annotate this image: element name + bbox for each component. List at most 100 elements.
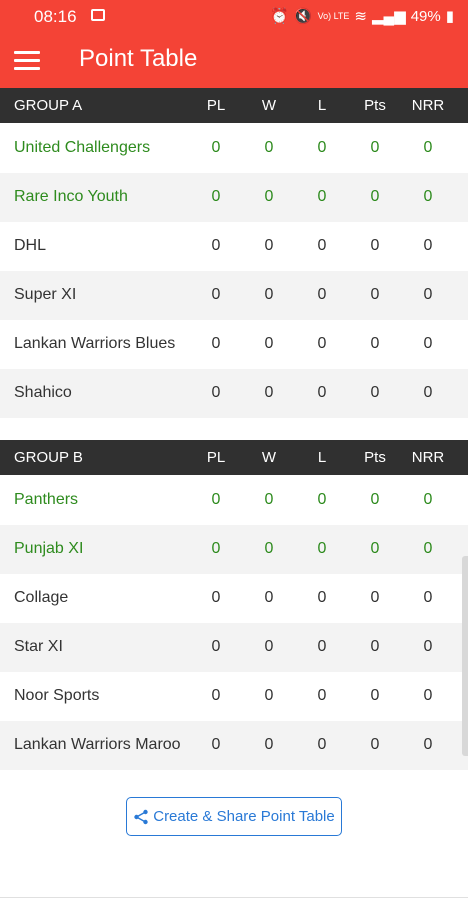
cell-l: 0 [317,384,327,401]
cell-l: 0 [317,335,327,352]
cell-w: 0 [264,335,274,352]
cell-pl: 0 [211,335,221,352]
group-name: GROUP B [14,449,83,466]
cell-w: 0 [264,638,274,655]
page-title: Point Table [79,45,198,72]
col-pts: Pts [364,449,386,466]
team-name: Panthers [14,491,79,508]
status-time: 08:16 [34,7,77,26]
create-share-point-table-button[interactable]: Create & Share Point Table [126,797,342,836]
cell-l: 0 [317,638,327,655]
cell-pts: 0 [370,687,380,704]
cell-l: 0 [317,188,327,205]
col-pts: Pts [364,97,386,114]
cell-w: 0 [264,286,274,303]
cell-pts: 0 [370,491,380,508]
cell-pts: 0 [370,736,380,753]
cell-nrr: 0 [423,335,433,352]
team-name: Lankan Warriors Maroo [14,736,181,753]
share-icon [134,809,148,824]
cell-nrr: 0 [423,237,433,254]
col-w: W [261,449,277,466]
scrollbar[interactable] [462,556,468,756]
team-name: Rare Inco Youth [14,188,128,205]
table-row: United Challengers 0 0 0 0 0 [0,124,468,173]
team-name: Noor Sports [14,687,100,704]
cell-w: 0 [264,589,274,606]
battery-icon: ▮ [445,8,454,25]
cell-nrr: 0 [423,687,433,704]
signal-icon: ▂▄▆ [372,8,406,25]
menu-icon[interactable] [14,51,40,71]
table-row: Lankan Warriors Maroo 0 0 0 0 0 [0,721,468,770]
cell-l: 0 [317,736,327,753]
cell-nrr: 0 [423,736,433,753]
mute-icon: 🔇 [293,8,313,25]
cell-pts: 0 [370,589,380,606]
cell-w: 0 [264,736,274,753]
cell-nrr: 0 [423,384,433,401]
cell-pl: 0 [211,687,221,704]
col-pl: PL [206,97,226,114]
cell-l: 0 [317,491,327,508]
cell-w: 0 [264,384,274,401]
table-row: Super XI 0 0 0 0 0 [0,271,468,320]
cell-nrr: 0 [423,638,433,655]
cell-w: 0 [264,540,274,557]
cell-nrr: 0 [423,589,433,606]
table-row: Lankan Warriors Blues 0 0 0 0 0 [0,320,468,369]
status-icons: ⏰ 🔇 Vo) LTE ≋ ▂▄▆ 49% ▮ [270,7,454,26]
team-name: DHL [14,237,47,254]
cell-pts: 0 [370,139,380,156]
cell-pl: 0 [211,139,221,156]
cell-pl: 0 [211,237,221,254]
cell-l: 0 [317,687,327,704]
table-row: Shahico 0 0 0 0 0 [0,369,468,418]
cell-nrr: 0 [423,540,433,557]
col-nrr: NRR [411,449,445,466]
cell-nrr: 0 [423,188,433,205]
divider [0,897,468,898]
cell-pts: 0 [370,237,380,254]
team-name: Shahico [14,384,72,401]
battery-percent: 49% [410,7,441,25]
team-name: United Challengers [14,139,151,156]
group-b-header: GROUP B PL W L Pts NRR [0,440,468,475]
cell-l: 0 [317,540,327,557]
cell-w: 0 [264,237,274,254]
app-bar: Point Table [0,32,468,88]
group-name: GROUP A [14,97,83,114]
cell-nrr: 0 [423,139,433,156]
cell-pts: 0 [370,638,380,655]
cell-pl: 0 [211,540,221,557]
table-row: Punjab XI 0 0 0 0 0 [0,525,468,574]
cell-pl: 0 [211,589,221,606]
status-bar: 08:16 ⏰ 🔇 Vo) LTE ≋ ▂▄▆ 49% ▮ [0,0,468,32]
cell-pl: 0 [211,491,221,508]
col-pl: PL [206,449,226,466]
cell-pl: 0 [211,736,221,753]
table-row: Star XI 0 0 0 0 0 [0,623,468,672]
col-l: L [317,97,327,114]
alarm-icon: ⏰ [270,8,289,25]
cell-l: 0 [317,286,327,303]
cell-w: 0 [264,188,274,205]
team-name: Lankan Warriors Blues [14,335,176,352]
cell-pl: 0 [211,286,221,303]
cell-l: 0 [317,589,327,606]
network-type: Vo) LTE [317,11,350,21]
group-a-header: GROUP A PL W L Pts NRR [0,88,468,123]
team-name: Collage [14,589,69,606]
cell-nrr: 0 [423,286,433,303]
cell-nrr: 0 [423,491,433,508]
cell-pl: 0 [211,638,221,655]
cell-w: 0 [264,491,274,508]
cell-l: 0 [317,139,327,156]
team-name: Punjab XI [14,540,84,557]
team-name: Super XI [14,286,77,303]
cell-l: 0 [317,237,327,254]
table-row: DHL 0 0 0 0 0 [0,222,468,271]
cell-pl: 0 [211,384,221,401]
cell-pts: 0 [370,384,380,401]
team-name: Star XI [14,638,63,655]
